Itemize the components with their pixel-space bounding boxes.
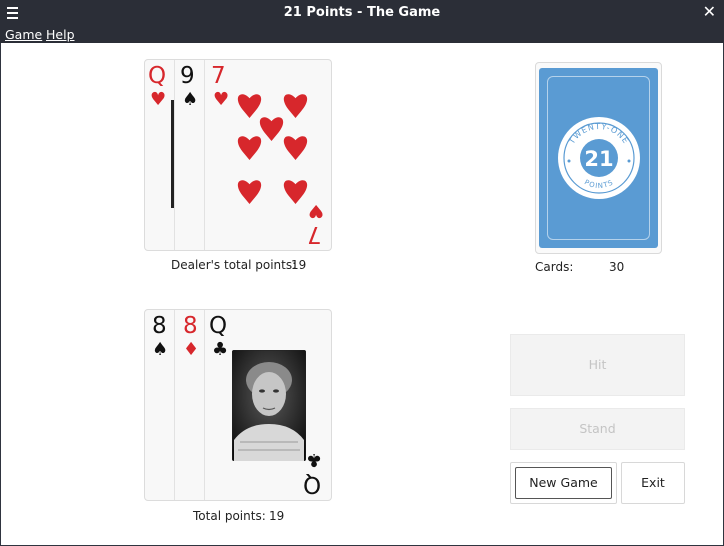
dealer-card-1-suit-icon: ♥ [150, 89, 167, 110]
new-game-label: New Game [529, 475, 598, 490]
player-hand: 8 ♠ 8 ♦ Q ♣ ♣ Q [144, 309, 332, 501]
deck-cards-count: 30 [609, 260, 625, 274]
dealer-card-3-suit-icon-bottom: ♥ [308, 200, 325, 221]
stand-button[interactable]: Stand [510, 408, 685, 450]
hit-button[interactable]: Hit [510, 334, 685, 396]
exit-button[interactable]: Exit [621, 462, 685, 504]
dealer-card-1-rank: Q [148, 63, 167, 89]
window-title: 21 Points - The Game [283, 5, 441, 20]
dealer-points-value: 19 [291, 258, 307, 272]
deck-cards-label: Cards: [535, 260, 574, 274]
player-card-3-suit-icon: ♣ [212, 339, 229, 360]
new-game-button[interactable]: New Game [510, 462, 617, 504]
game-area: Q ♥ 9 ♠ 7 ♥ ♥ 7 Dealer's total points: 1… [1, 43, 723, 545]
menu-game[interactable]: Game [5, 27, 42, 42]
menu-bar: Game Help [0, 26, 724, 43]
dealer-points-label: Dealer's total points: [171, 258, 297, 272]
player-card-1-rank: 8 [152, 313, 167, 339]
player-card-3-rank: Q [209, 313, 228, 339]
dealer-card-2-suit-icon: ♠ [182, 89, 199, 110]
player-card-3-rank-bottom: Q [303, 471, 322, 497]
queen-portrait-image [232, 350, 306, 461]
dealer-card-3-rank-bottom: 7 [307, 221, 322, 247]
logo-number: 21 [584, 147, 613, 171]
deck[interactable]: TWENTY-ONE POINTS 21 [535, 62, 662, 254]
card-back: TWENTY-ONE POINTS 21 [539, 68, 658, 248]
player-card-2-rank: 8 [183, 313, 198, 339]
player-points-value: 19 [269, 509, 285, 523]
dealer-card-1-face-art [171, 100, 174, 208]
close-icon[interactable]: ✕ [703, 4, 716, 20]
player-card-1-suit-icon: ♠ [152, 339, 169, 360]
twenty-one-logo: TWENTY-ONE POINTS 21 [558, 117, 640, 199]
dealer-card-2-rank: 9 [180, 63, 195, 89]
title-bar: 21 Points - The Game ✕ [0, 0, 724, 26]
dealer-hand: Q ♥ 9 ♠ 7 ♥ ♥ 7 [144, 59, 332, 251]
player-points-label: Total points: [193, 509, 266, 523]
player-card-3-suit-icon-bottom: ♣ [306, 449, 323, 470]
menu-help[interactable]: Help [46, 27, 75, 42]
player-card-2-suit-icon: ♦ [183, 339, 200, 360]
